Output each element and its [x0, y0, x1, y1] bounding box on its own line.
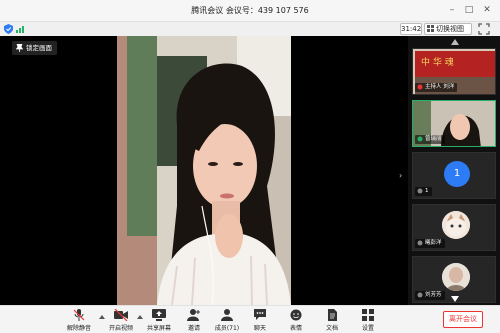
chat-icon	[254, 309, 266, 320]
emoji-button[interactable]: 表情	[284, 308, 308, 332]
leave-meeting-button[interactable]: 离开会议	[443, 311, 483, 328]
main-video-stage: 锁定画面 ›	[0, 36, 408, 305]
mic-muted-icon	[417, 240, 423, 246]
invite-button[interactable]: 邀请	[182, 308, 206, 332]
unmute-button[interactable]: 解除静音	[64, 308, 94, 332]
switch-view-label: 切换视图	[436, 25, 464, 33]
settings-button[interactable]: 设置	[356, 308, 380, 332]
chat-button[interactable]: 聊天	[248, 308, 272, 332]
participant-label: 曦彭洋	[415, 239, 445, 248]
mic-off-icon	[73, 309, 85, 321]
chevron-up-icon[interactable]	[137, 315, 143, 319]
scroll-up-icon[interactable]	[451, 39, 459, 45]
members-icon	[221, 309, 233, 321]
cat-avatar-image	[442, 211, 470, 239]
participant-tile-avatar[interactable]: 1 1	[412, 152, 496, 199]
scroll-down-icon[interactable]	[451, 296, 459, 302]
pin-icon	[16, 44, 23, 52]
start-video-label: 开启视频	[108, 325, 133, 332]
avatar	[442, 263, 470, 291]
mic-active-icon	[417, 136, 423, 142]
unmute-label: 解除静音	[66, 325, 91, 332]
documents-button[interactable]: 文档	[320, 308, 344, 332]
meeting-timer: 31:42	[400, 23, 422, 35]
documents-label: 文档	[325, 325, 338, 332]
status-row: 31:42 切换视图	[0, 22, 500, 36]
fullscreen-icon[interactable]	[478, 23, 490, 35]
window-title: 腾讯会议 会议号：439 107 576	[191, 6, 309, 15]
signal-icon[interactable]	[16, 25, 26, 33]
banner-text: 中 华 魂	[421, 56, 454, 68]
meeting-toolbar: 解除静音 开启视频 共享屏幕 邀请 成员(71) 聊天 表情 文档 设置 离开会…	[0, 305, 500, 333]
maximize-icon[interactable]: □	[463, 4, 475, 16]
photo-avatar-image	[442, 263, 470, 291]
members-button[interactable]: 成员(71)	[214, 308, 240, 332]
mic-muted-icon	[417, 84, 423, 90]
document-icon	[328, 309, 337, 321]
shield-icon[interactable]	[4, 24, 13, 34]
participant-tile-host[interactable]: 中 华 魂 主持人 刘洋	[412, 48, 496, 95]
close-icon[interactable]: ✕	[481, 4, 493, 16]
switch-view-button[interactable]: 切换视图	[424, 23, 472, 35]
collapse-panel-icon[interactable]: ›	[399, 171, 407, 181]
start-video-button[interactable]: 开启视频	[106, 308, 136, 332]
lock-view-label: 锁定画面	[26, 44, 52, 52]
grid-icon	[427, 25, 434, 32]
minimize-icon[interactable]: –	[446, 4, 458, 16]
share-screen-icon	[152, 309, 166, 321]
emoji-label: 表情	[289, 325, 302, 332]
avatar	[442, 211, 470, 239]
participant-label: 刘芳芳	[415, 291, 445, 300]
settings-grid-icon	[362, 309, 374, 321]
avatar: 1	[444, 161, 470, 187]
participant-tile-active[interactable]: 曾瑞丽	[412, 100, 496, 147]
mic-muted-icon	[417, 188, 423, 194]
smiley-icon	[290, 309, 302, 321]
participant-panel: 中 华 魂 主持人 刘洋 曾瑞丽 1 1 曦彭洋 刘芳芳	[408, 36, 500, 305]
participant-tile-avatar[interactable]: 曦彭洋	[412, 204, 496, 251]
speaker-video	[117, 36, 291, 305]
add-user-icon	[187, 309, 200, 321]
speaker-video-image	[117, 36, 291, 305]
invite-label: 邀请	[187, 325, 200, 332]
share-screen-label: 共享屏幕	[146, 325, 171, 332]
mic-muted-icon	[417, 292, 423, 298]
members-label: 成员(71)	[214, 325, 240, 332]
camera-off-icon	[114, 309, 128, 321]
title-bar: 腾讯会议 会议号：439 107 576 – □ ✕	[0, 0, 500, 22]
share-screen-button[interactable]: 共享屏幕	[144, 308, 174, 332]
chat-label: 聊天	[253, 325, 266, 332]
lock-view-button[interactable]: 锁定画面	[12, 41, 57, 55]
participant-label: 曾瑞丽	[415, 135, 445, 144]
settings-label: 设置	[361, 325, 374, 332]
chevron-up-icon[interactable]	[99, 315, 105, 319]
participant-label: 1	[415, 187, 432, 196]
participant-label: 主持人 刘洋	[415, 83, 458, 92]
